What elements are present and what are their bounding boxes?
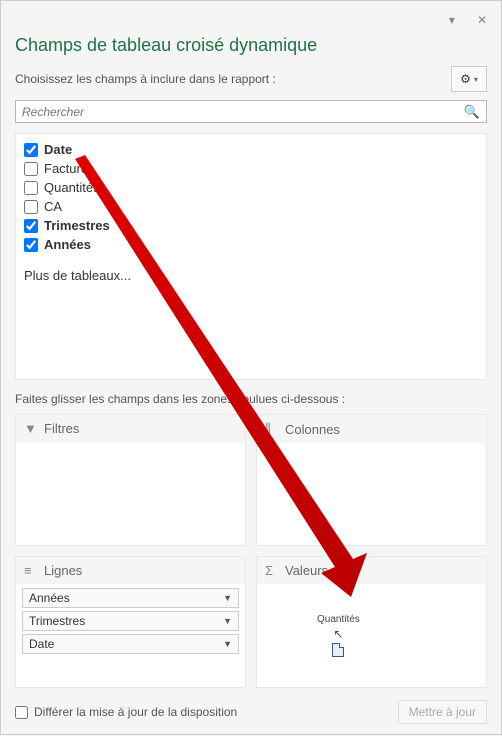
pane-title: Champs de tableau croisé dynamique (15, 35, 487, 56)
zone-body[interactable] (16, 442, 245, 545)
zone-columns[interactable]: ⫼ Colonnes (256, 414, 487, 546)
field-item-quantites[interactable]: Quantités (24, 178, 478, 197)
field-item-date[interactable]: Date (24, 140, 478, 159)
row-item-trimestres[interactable]: Trimestres ▼ (22, 611, 239, 631)
field-item-facture[interactable]: Facture (24, 159, 478, 178)
zone-body[interactable]: Années ▼ Trimestres ▼ Date ▼ (16, 584, 245, 687)
field-label: CA (44, 199, 62, 214)
footer: Différer la mise à jour de la dispositio… (15, 688, 487, 724)
pane-dropdown-icon[interactable]: ▾ (449, 13, 455, 27)
cursor-icon: ↖ (333, 627, 343, 641)
zone-header: ⫼ Colonnes (257, 415, 486, 443)
chevron-down-icon[interactable]: ▼ (223, 593, 232, 603)
zone-title: Valeurs (285, 563, 328, 578)
instruction-text: Choisissez les champs à inclure dans le … (15, 72, 276, 86)
field-checkbox[interactable] (24, 238, 38, 252)
rows-icon: ≡ (24, 563, 38, 578)
drop-zones: ▼ Filtres ⫼ Colonnes ≡ Lignes Années ▼ (15, 414, 487, 688)
field-checkbox[interactable] (24, 181, 38, 195)
field-item-annees[interactable]: Années (24, 235, 478, 254)
defer-label: Différer la mise à jour de la dispositio… (34, 705, 237, 719)
field-item-ca[interactable]: CA (24, 197, 478, 216)
zone-title: Filtres (44, 421, 79, 436)
row-item-annees[interactable]: Années ▼ (22, 588, 239, 608)
field-checkbox[interactable] (24, 162, 38, 176)
field-list-options-button[interactable]: ⚙ ▾ (451, 66, 487, 92)
field-label: Années (44, 237, 91, 252)
chevron-down-icon: ▾ (474, 75, 478, 84)
drag-ghost-label: Quantités (317, 614, 360, 625)
field-item-trimestres[interactable]: Trimestres (24, 216, 478, 235)
field-checkbox[interactable] (24, 200, 38, 214)
zone-rows[interactable]: ≡ Lignes Années ▼ Trimestres ▼ Date ▼ (15, 556, 246, 688)
field-checkbox[interactable] (24, 143, 38, 157)
columns-icon: ⫼ (265, 421, 279, 437)
search-box[interactable]: 🔍 (15, 100, 487, 123)
field-label: Quantités (44, 180, 100, 195)
search-input[interactable] (22, 105, 464, 119)
zone-header: ▼ Filtres (16, 415, 245, 442)
zone-title: Lignes (44, 563, 82, 578)
drag-instruction: Faites glisser les champs dans les zones… (15, 392, 487, 406)
field-label: Date (44, 142, 72, 157)
instruction-row: Choisissez les champs à inclure dans le … (15, 66, 487, 92)
sigma-icon: Σ (265, 563, 279, 578)
chevron-down-icon[interactable]: ▼ (223, 639, 232, 649)
row-item-label: Date (29, 637, 54, 651)
close-icon[interactable]: ✕ (477, 13, 487, 27)
row-item-date[interactable]: Date ▼ (22, 634, 239, 654)
zone-body[interactable] (257, 443, 486, 545)
more-tables-link[interactable]: Plus de tableaux... (24, 268, 478, 283)
zone-header: Σ Valeurs (257, 557, 486, 584)
row-item-label: Années (29, 591, 70, 605)
titlebar: ▾ ✕ (15, 11, 487, 31)
field-list: Date Facture Quantités CA Trimestres Ann… (15, 133, 487, 380)
update-button[interactable]: Mettre à jour (398, 700, 487, 724)
drag-ghost: Quantités ↖ (317, 614, 360, 657)
row-item-label: Trimestres (29, 614, 85, 628)
field-label: Trimestres (44, 218, 110, 233)
field-checkbox[interactable] (24, 219, 38, 233)
zone-values[interactable]: Σ Valeurs Quantités ↖ (256, 556, 487, 688)
zone-body[interactable]: Quantités ↖ (257, 584, 486, 687)
defer-checkbox[interactable] (15, 706, 28, 719)
filter-icon: ▼ (24, 421, 38, 436)
zone-header: ≡ Lignes (16, 557, 245, 584)
document-icon (332, 643, 344, 657)
search-icon[interactable]: 🔍 (464, 104, 480, 120)
pivot-field-pane: ▾ ✕ Champs de tableau croisé dynamique C… (0, 0, 502, 735)
defer-update-checkbox[interactable]: Différer la mise à jour de la dispositio… (15, 705, 237, 719)
zone-title: Colonnes (285, 422, 340, 437)
field-label: Facture (44, 161, 88, 176)
zone-filters[interactable]: ▼ Filtres (15, 414, 246, 546)
chevron-down-icon[interactable]: ▼ (223, 616, 232, 626)
gear-icon: ⚙ (460, 72, 471, 86)
